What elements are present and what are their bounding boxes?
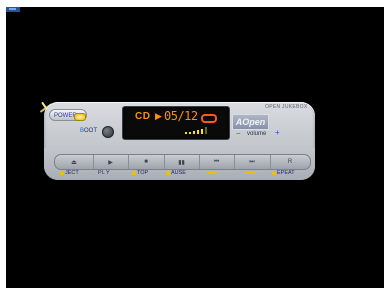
window-corner-icon	[6, 7, 20, 12]
transport-button-bar: ⏏ ▶ ■ ▮▮ ⏮ ⏭ R	[54, 154, 311, 170]
repeat-label: EPEAT	[272, 170, 295, 176]
previous-icon: ⏮	[213, 158, 220, 165]
boot-button[interactable]	[102, 126, 114, 138]
model-label: OPEN JUKEBOX	[265, 104, 308, 110]
repeat-button[interactable]: R	[270, 155, 310, 169]
lcd-display: CD ▶ 05/12	[122, 106, 230, 140]
power-led-icon	[74, 113, 86, 121]
stop-icon: ■	[144, 159, 148, 165]
eject-icon: ⏏	[71, 159, 77, 166]
pause-icon: ▮▮	[178, 159, 185, 166]
lcd-level-meter-icon	[185, 126, 211, 134]
play-label: PL Y	[98, 170, 110, 176]
lcd-play-icon: ▶	[155, 111, 162, 121]
next-label-icon	[245, 172, 255, 174]
play-button[interactable]: ▶	[93, 155, 129, 169]
volume-label: volume	[247, 131, 267, 137]
lcd-repeat-icon	[201, 114, 217, 123]
lcd-track-counter: 05/12	[164, 109, 198, 123]
boot-label: BOOT	[80, 128, 98, 134]
stop-button[interactable]: ■	[128, 155, 165, 169]
volume-down-button[interactable]: −	[236, 130, 241, 138]
pause-label: AUSE	[166, 170, 186, 176]
previous-track-button[interactable]: ⏮	[199, 155, 235, 169]
eject-button[interactable]: ⏏	[55, 155, 94, 169]
transport-labels: JECT PL Y TOP AUSE EPEAT	[52, 170, 312, 180]
previous-label-icon	[207, 172, 217, 174]
play-icon: ▶	[108, 159, 113, 166]
aopen-logo: AOpen	[232, 114, 269, 130]
repeat-icon: R	[287, 159, 293, 165]
next-icon: ⏭	[249, 158, 255, 165]
eject-label: JECT	[60, 170, 79, 176]
next-track-button[interactable]: ⏭	[234, 155, 271, 169]
stop-label: TOP	[132, 170, 148, 176]
lcd-source: CD	[135, 111, 151, 122]
pause-button[interactable]: ▮▮	[164, 155, 200, 169]
cd-player-panel: POWER BOOT CD ▶ 05/12 OPEN JUKEBOX AOpen…	[38, 100, 318, 187]
volume-up-button[interactable]: +	[275, 129, 280, 137]
